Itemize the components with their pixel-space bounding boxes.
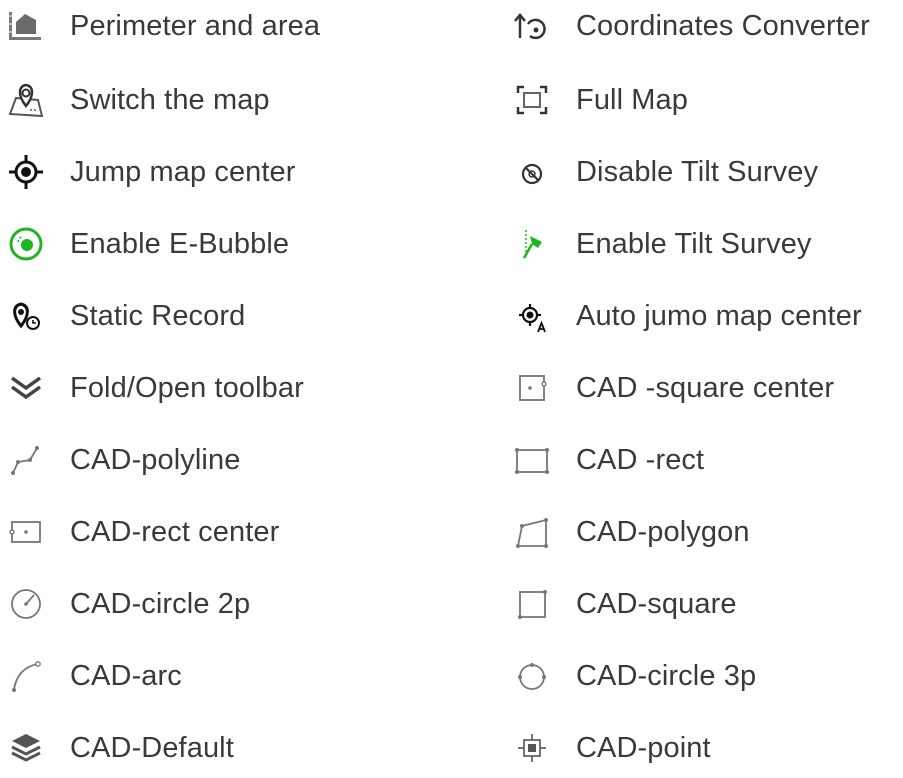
cad-square-icon bbox=[512, 584, 552, 624]
legend-item-auto-jump-center: Auto jumo map center bbox=[512, 286, 862, 346]
cad-rect-center-icon bbox=[6, 512, 46, 552]
legend-item-cad-point: CAD-point bbox=[512, 718, 711, 778]
cad-circle-3p-icon bbox=[512, 656, 552, 696]
legend-row: Jump map center Disable Tilt Survey bbox=[0, 142, 903, 202]
legend-item-fold-toolbar: Fold/Open toolbar bbox=[6, 358, 304, 418]
disable-tilt-icon bbox=[512, 152, 552, 192]
legend-item-perimeter-area: Perimeter and area bbox=[6, 0, 320, 56]
legend-item-cad-polyline: CAD-polyline bbox=[6, 430, 240, 490]
perimeter-area-icon bbox=[6, 6, 46, 46]
legend-label: CAD-arc bbox=[70, 659, 182, 692]
toolbar-icon-legend: Perimeter and area Coordinates Converter… bbox=[0, 0, 903, 771]
legend-item-jump-center: Jump map center bbox=[6, 142, 296, 202]
legend-label: Static Record bbox=[70, 299, 246, 332]
legend-label: CAD-polygon bbox=[576, 515, 750, 548]
legend-item-cad-rect: CAD -rect bbox=[512, 430, 704, 490]
legend-row: CAD-polyline CAD -rect bbox=[0, 430, 903, 490]
legend-item-switch-map: Switch the map bbox=[6, 70, 270, 130]
cad-polyline-icon bbox=[6, 440, 46, 480]
cad-default-icon bbox=[6, 728, 46, 768]
legend-label: Disable Tilt Survey bbox=[576, 155, 819, 188]
cad-point-icon bbox=[512, 728, 552, 768]
legend-label: CAD-square bbox=[576, 587, 737, 620]
legend-label: CAD-circle 2p bbox=[70, 587, 251, 620]
legend-label: CAD-rect center bbox=[70, 515, 280, 548]
cad-circle-2p-icon bbox=[6, 584, 46, 624]
legend-row: Switch the map Full Map bbox=[0, 70, 903, 130]
legend-item-e-bubble: Enable E-Bubble bbox=[6, 214, 289, 274]
legend-row: Enable E-Bubble Enable Tilt Survey bbox=[0, 214, 903, 274]
auto-jump-center-icon bbox=[512, 296, 552, 336]
cad-polygon-icon bbox=[512, 512, 552, 552]
legend-label: CAD -rect bbox=[576, 443, 705, 476]
legend-item-cad-rect-center: CAD-rect center bbox=[6, 502, 279, 562]
legend-row: Perimeter and area Coordinates Converter bbox=[0, 0, 903, 56]
legend-item-static-record: Static Record bbox=[6, 286, 245, 346]
legend-label: Auto jumo map center bbox=[576, 299, 862, 332]
legend-item-disable-tilt: Disable Tilt Survey bbox=[512, 142, 818, 202]
legend-label: Fold/Open toolbar bbox=[70, 371, 304, 404]
legend-item-cad-circle-2p: CAD-circle 2p bbox=[6, 574, 250, 634]
e-bubble-icon bbox=[6, 224, 46, 264]
legend-row: CAD-rect center CAD-polygon bbox=[0, 502, 903, 562]
legend-label: Coordinates Converter bbox=[576, 9, 870, 42]
legend-label: Perimeter and area bbox=[70, 9, 321, 42]
legend-item-enable-tilt: Enable Tilt Survey bbox=[512, 214, 812, 274]
cad-rect-icon bbox=[512, 440, 552, 480]
legend-label: Full Map bbox=[576, 83, 688, 116]
jump-center-icon bbox=[6, 152, 46, 192]
legend-item-cad-polygon: CAD-polygon bbox=[512, 502, 750, 562]
full-map-icon bbox=[512, 80, 552, 120]
legend-item-coordinates-converter: Coordinates Converter bbox=[512, 0, 870, 56]
legend-label: CAD-point bbox=[576, 731, 711, 764]
legend-item-cad-arc: CAD-arc bbox=[6, 646, 182, 706]
cad-square-center-icon bbox=[512, 368, 552, 408]
legend-row: Fold/Open toolbar CAD -square center bbox=[0, 358, 903, 418]
legend-label: Enable Tilt Survey bbox=[576, 227, 812, 260]
legend-label: Jump map center bbox=[70, 155, 296, 188]
legend-item-cad-default: CAD-Default bbox=[6, 718, 234, 778]
legend-item-cad-circle-3p: CAD-circle 3p bbox=[512, 646, 756, 706]
legend-item-cad-square-center: CAD -square center bbox=[512, 358, 834, 418]
legend-row: Static Record Auto jumo map center bbox=[0, 286, 903, 346]
enable-tilt-icon bbox=[512, 224, 552, 264]
legend-row: CAD-Default CAD-point bbox=[0, 718, 903, 778]
legend-label: CAD-Default bbox=[70, 731, 234, 764]
fold-toolbar-icon bbox=[6, 368, 46, 408]
legend-label: CAD-circle 3p bbox=[576, 659, 757, 692]
legend-label: Enable E-Bubble bbox=[70, 227, 290, 260]
legend-label: CAD-polyline bbox=[70, 443, 241, 476]
legend-item-cad-square: CAD-square bbox=[512, 574, 737, 634]
legend-row: CAD-circle 2p CAD-square bbox=[0, 574, 903, 634]
switch-map-icon bbox=[6, 80, 46, 120]
legend-label: Switch the map bbox=[70, 83, 270, 116]
cad-arc-icon bbox=[6, 656, 46, 696]
legend-label: CAD -square center bbox=[576, 371, 835, 404]
legend-row: CAD-arc CAD-circle 3p bbox=[0, 646, 903, 706]
static-record-icon bbox=[6, 296, 46, 336]
coordinates-converter-icon bbox=[512, 6, 552, 46]
legend-item-full-map: Full Map bbox=[512, 70, 688, 130]
